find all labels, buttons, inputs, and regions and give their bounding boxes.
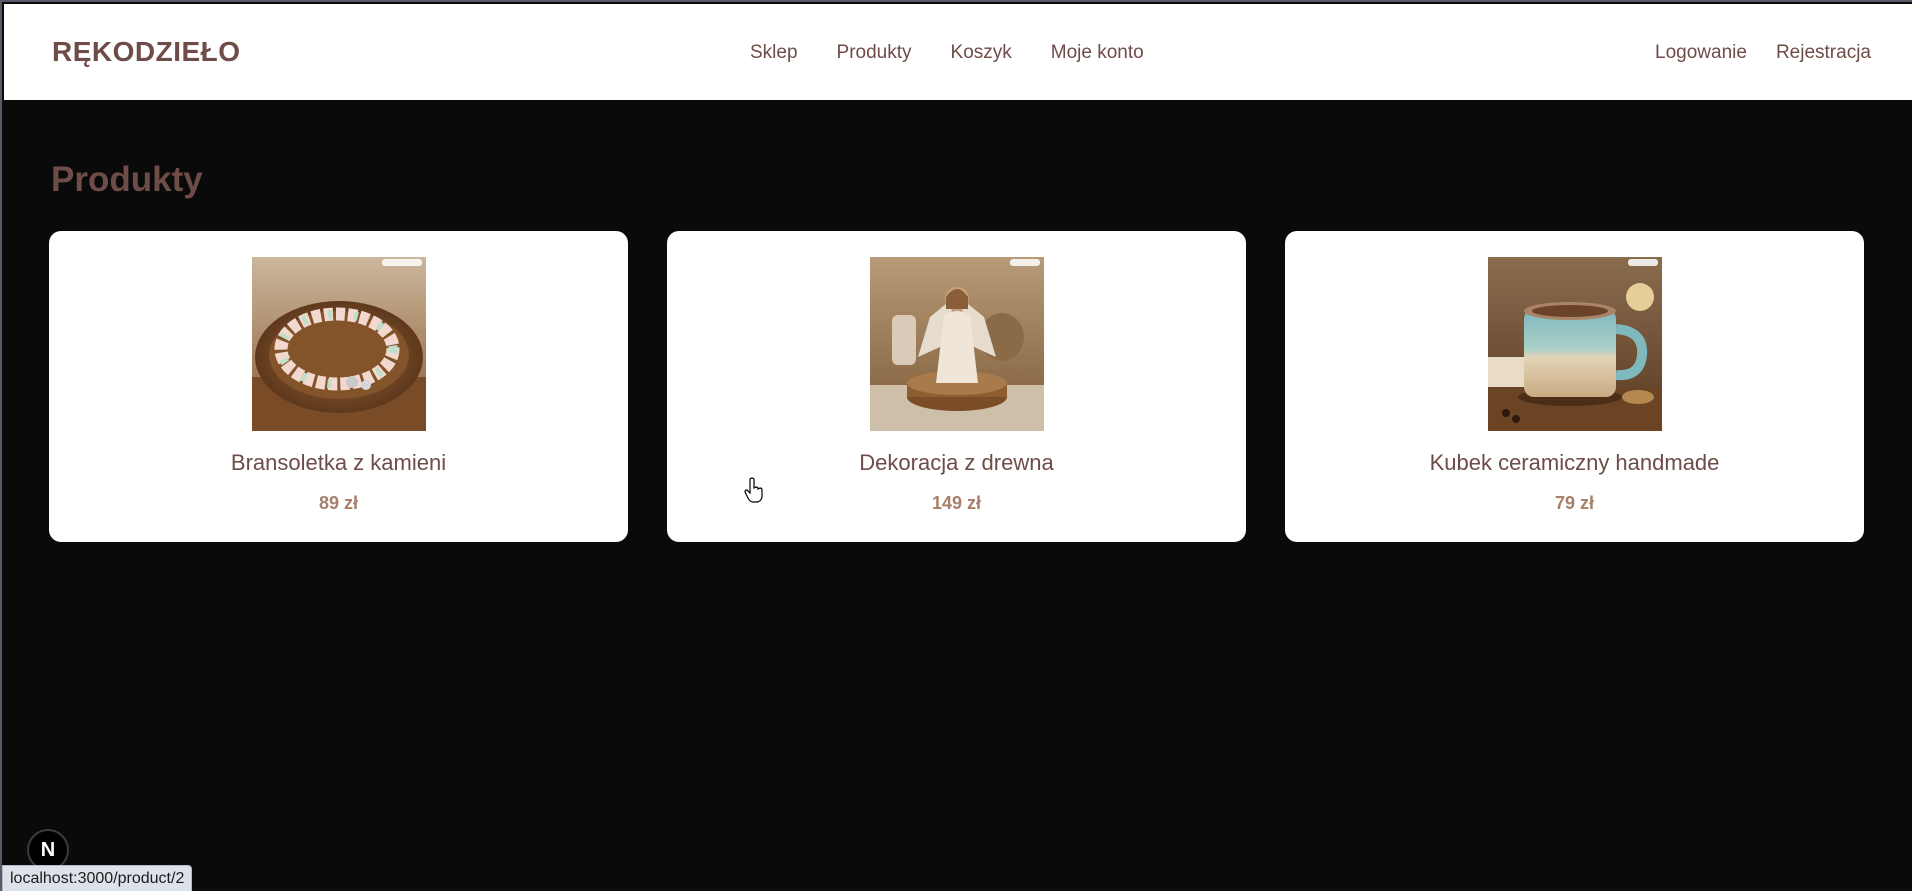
site-header: RĘKODZIEŁO Sklep Produkty Koszyk Moje ko… <box>4 4 1912 100</box>
page-title: Produkty <box>51 160 203 199</box>
product-name[interactable]: Dekoracja z drewna <box>667 450 1246 476</box>
login-link[interactable]: Logowanie <box>1655 42 1747 64</box>
product-card[interactable]: Kubek ceramiczny handmade 79 zł <box>1285 231 1864 542</box>
main-nav: Sklep Produkty Koszyk Moje konto <box>750 42 1183 64</box>
nav-link-sklep[interactable]: Sklep <box>750 42 798 64</box>
product-image-mug[interactable] <box>1487 257 1662 431</box>
ceramic-mug-image <box>1487 257 1662 431</box>
browser-viewport: RĘKODZIEŁO Sklep Produkty Koszyk Moje ko… <box>0 0 1912 891</box>
nav-link-produkty[interactable]: Produkty <box>837 42 912 64</box>
product-name[interactable]: Bransoletka z kamieni <box>49 450 628 476</box>
product-card[interactable]: Bransoletka z kamieni 89 zł <box>49 231 628 542</box>
product-image-bracelet[interactable] <box>251 257 426 431</box>
nav-link-koszyk[interactable]: Koszyk <box>951 42 1012 64</box>
product-price: 79 zł <box>1554 493 1595 513</box>
link-status-bar: localhost:3000/product/2 <box>2 865 193 891</box>
product-name[interactable]: Kubek ceramiczny handmade <box>1285 450 1864 476</box>
auth-nav: Logowanie Rejestracja <box>1626 42 1871 64</box>
wooden-angel-image <box>869 257 1044 431</box>
nav-link-moje-konto[interactable]: Moje konto <box>1051 42 1144 64</box>
product-card[interactable]: Dekoracja z drewna 149 zł <box>667 231 1246 542</box>
product-price: 89 zł <box>318 493 359 513</box>
bracelet-image <box>251 257 426 431</box>
register-link[interactable]: Rejestracja <box>1776 42 1871 64</box>
product-image-angel[interactable] <box>869 257 1044 431</box>
site-logo[interactable]: RĘKODZIEŁO <box>52 36 241 68</box>
product-price: 149 zł <box>931 493 982 513</box>
